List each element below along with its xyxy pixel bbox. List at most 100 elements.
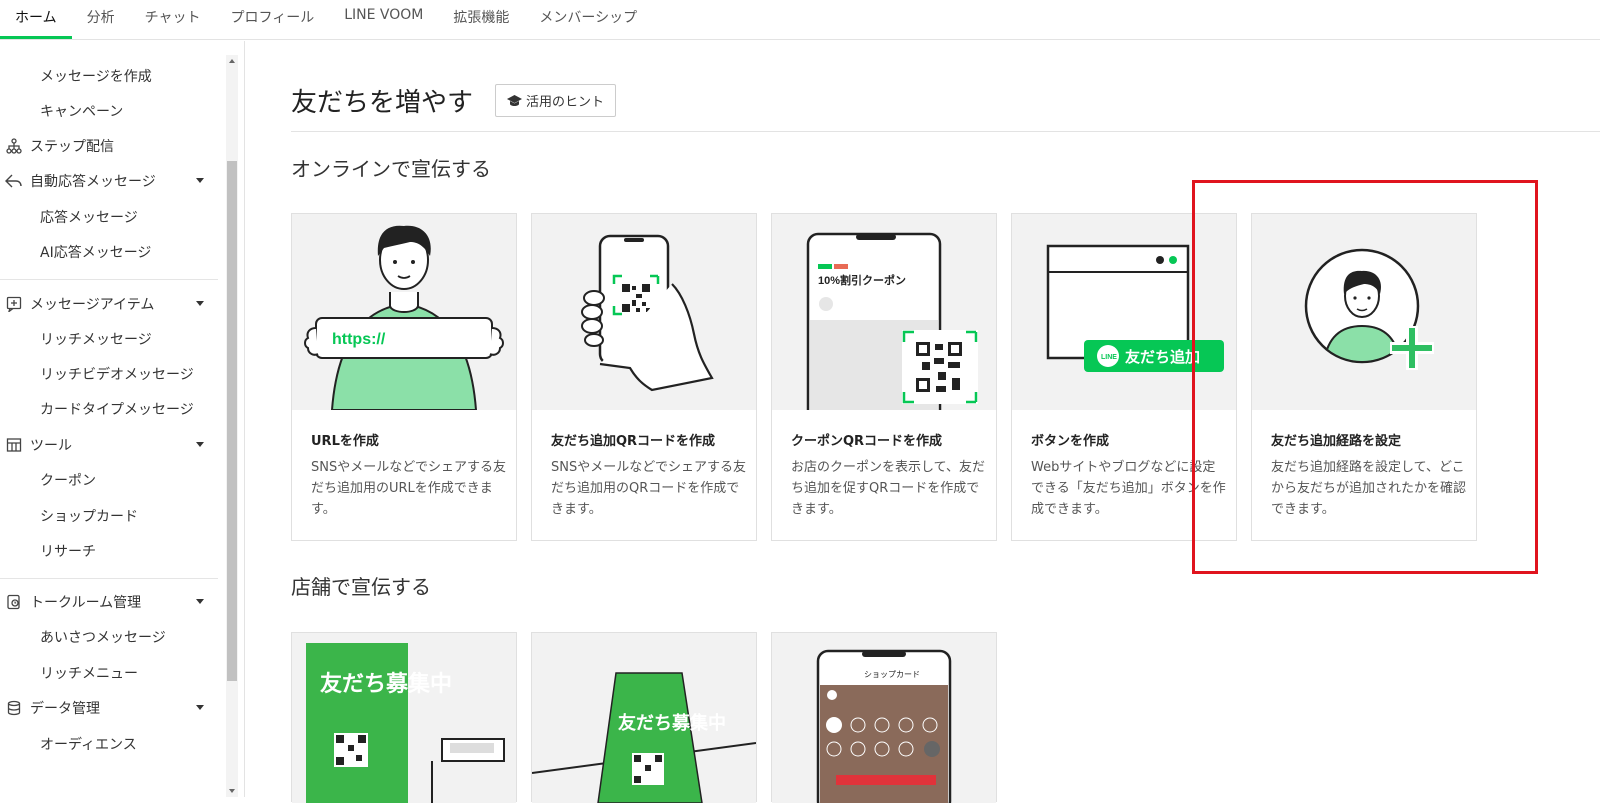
sidebar-item-create-message[interactable]: メッセージを作成 <box>0 61 220 91</box>
card-description: 友だち追加経路を設定して、どこから友だちが追加されたかを確認できます。 <box>1271 457 1466 520</box>
card-title: クーポンQRコードを作成 <box>791 430 942 449</box>
tab-home[interactable]: ホーム <box>0 0 72 39</box>
sidebar-item-label: メッセージを作成 <box>40 66 152 86</box>
sidebar-divider <box>0 279 218 280</box>
card-create-friend-qr[interactable]: 友だち追加QRコードを作成 SNSやメールなどでシェアする友だち追加用のQRコー… <box>531 213 757 541</box>
tab-chat[interactable]: チャット <box>130 0 216 39</box>
sidebar-item-ai-response[interactable]: AI応答メッセージ <box>0 237 220 267</box>
chevron-down-icon[interactable] <box>196 301 204 306</box>
card-title: 友だち追加QRコードを作成 <box>551 430 715 449</box>
sidebar-item-label: ツール <box>30 435 72 455</box>
page-title: 友だちを増やす <box>291 82 473 119</box>
card-store-stand[interactable]: 友だち募集中 <box>531 632 757 802</box>
scroll-up-icon[interactable] <box>229 59 235 63</box>
stand-illustration-text: 友だち募集中 <box>618 712 726 733</box>
tab-line-voom[interactable]: LINE VOOM <box>329 0 438 39</box>
avatar-plus-illustration <box>1252 214 1476 410</box>
card-description: Webサイトやブログなどに設定できる「友だち追加」ボタンを作成できます。 <box>1031 457 1226 520</box>
card-set-friend-route[interactable]: 友だち追加経路を設定 友だち追加経路を設定して、どこから友だちが追加されたかを確… <box>1251 213 1477 541</box>
card-title: 友だち追加経路を設定 <box>1271 430 1401 449</box>
section-title-store: 店舗で宣伝する <box>291 571 431 600</box>
message-item-icon <box>4 294 24 314</box>
sidebar-divider <box>0 578 218 579</box>
sidebar-item-label: リッチビデオメッセージ <box>40 364 194 384</box>
tab-extensions[interactable]: 拡張機能 <box>438 0 524 39</box>
coupon-illustration-text: 10%割引クーポン <box>818 273 906 287</box>
sidebar-item-label: オーディエンス <box>40 734 137 754</box>
poster-illustration-text: 友だち募集中 <box>320 671 452 696</box>
poster-illustration: 友だち募集中 <box>292 633 516 803</box>
sidebar-item-rich-video-message[interactable]: リッチビデオメッセージ <box>0 359 220 389</box>
database-icon <box>4 698 24 718</box>
hint-button[interactable]: 活用のヒント <box>495 84 616 117</box>
talkroom-icon <box>4 592 24 612</box>
sidebar-item-rich-menu[interactable]: リッチメニュー <box>0 658 220 688</box>
sidebar-item-data-management[interactable]: データ管理 <box>0 693 220 723</box>
card-create-coupon-qr[interactable]: 10%割引クーポン クーポンQRコードを作成 お店のクーポンを表示して、友だち追… <box>771 213 997 541</box>
sidebar-item-card-type-message[interactable]: カードタイプメッセージ <box>0 394 220 424</box>
step-icon <box>4 136 24 156</box>
tab-analytics[interactable]: 分析 <box>72 0 130 39</box>
sidebar-item-shop-card[interactable]: ショップカード <box>0 501 220 531</box>
card-description: SNSやメールなどでシェアする友だち追加用のQRコードを作成できます。 <box>551 457 746 520</box>
card-title: URLを作成 <box>311 430 379 449</box>
url-illustration: https:// <box>292 214 516 410</box>
sidebar-item-label: 応答メッセージ <box>40 207 138 227</box>
stand-illustration: 友だち募集中 <box>532 633 756 803</box>
card-create-button[interactable]: LINE 友だち追加 ボタンを作成 Webサイトやブログなどに設定できる「友だち… <box>1011 213 1237 541</box>
sidebar-item-step-delivery[interactable]: ステップ配信 <box>0 131 220 161</box>
sidebar-scrollbar[interactable] <box>226 55 238 797</box>
sidebar-item-response-message[interactable]: 応答メッセージ <box>0 202 220 232</box>
card-create-url[interactable]: https:// URLを作成 SNSやメールなどでシェアする友だち追加用のUR… <box>291 213 517 541</box>
sidebar-item-label: ショップカード <box>40 506 138 526</box>
title-divider <box>291 131 1600 132</box>
browser-button-illustration: LINE 友だち追加 <box>1012 214 1236 410</box>
sidebar-item-label: カードタイプメッセージ <box>40 399 194 419</box>
section-title-online: オンラインで宣伝する <box>291 153 491 182</box>
sidebar-item-message-items[interactable]: メッセージアイテム <box>0 289 220 319</box>
card-description: SNSやメールなどでシェアする友だち追加用のURLを作成できます。 <box>311 457 506 520</box>
scrollbar-thumb[interactable] <box>227 161 237 681</box>
sidebar-item-label: 自動応答メッセージ <box>30 171 156 191</box>
chevron-down-icon[interactable] <box>196 705 204 710</box>
reply-icon <box>4 171 24 191</box>
sidebar: メッセージを作成 キャンペーン ステップ配信 自動応答メッセージ 応答メッセージ… <box>0 41 245 797</box>
sidebar-item-label: トークルーム管理 <box>30 592 141 612</box>
sidebar-item-label: リサーチ <box>40 541 96 561</box>
sidebar-item-label: ステップ配信 <box>30 136 114 156</box>
sidebar-item-label: AI応答メッセージ <box>40 242 151 262</box>
sidebar-item-talkroom[interactable]: トークルーム管理 <box>0 587 220 617</box>
phone-qr-illustration <box>532 214 756 410</box>
top-navigation: ホーム 分析 チャット プロフィール LINE VOOM 拡張機能 メンバーシッ… <box>0 0 1600 40</box>
sidebar-item-tools[interactable]: ツール <box>0 430 220 460</box>
sidebar-item-research[interactable]: リサーチ <box>0 536 220 566</box>
chevron-down-icon[interactable] <box>196 599 204 604</box>
sidebar-item-label: リッチメニュー <box>40 663 138 683</box>
sidebar-item-rich-message[interactable]: リッチメッセージ <box>0 324 220 354</box>
sidebar-item-label: キャンペーン <box>40 101 123 121</box>
tab-membership[interactable]: メンバーシップ <box>524 0 652 39</box>
sidebar-item-coupon[interactable]: クーポン <box>0 465 220 495</box>
chevron-down-icon[interactable] <box>196 442 204 447</box>
card-description: お店のクーポンを表示して、友だち追加を促すQRコードを作成できます。 <box>791 457 986 520</box>
url-illustration-text: https:// <box>332 331 386 348</box>
coupon-qr-illustration: 10%割引クーポン <box>772 214 996 410</box>
card-store-poster[interactable]: 友だち募集中 <box>291 632 517 802</box>
chevron-down-icon[interactable] <box>196 178 204 183</box>
sidebar-item-label: メッセージアイテム <box>30 294 154 314</box>
sidebar-item-auto-reply[interactable]: 自動応答メッセージ <box>0 166 220 196</box>
main-content: 友だちを増やす 活用のヒント オンラインで宣伝する https:// URLを作… <box>246 41 1600 797</box>
scroll-down-icon[interactable] <box>229 789 235 793</box>
sidebar-item-campaign[interactable]: キャンペーン <box>0 96 220 126</box>
line-logo-text: LINE <box>1101 354 1117 361</box>
sidebar-item-label: リッチメッセージ <box>40 329 152 349</box>
sidebar-item-greeting-message[interactable]: あいさつメッセージ <box>0 622 220 652</box>
sidebar-item-label: データ管理 <box>30 698 100 718</box>
tool-icon <box>4 435 24 455</box>
sidebar-item-audience[interactable]: オーディエンス <box>0 729 220 759</box>
sidebar-item-label: クーポン <box>40 470 96 490</box>
tab-profile[interactable]: プロフィール <box>215 0 329 39</box>
hint-button-label: 活用のヒント <box>526 91 604 110</box>
card-store-shopcard[interactable]: ショップカード <box>771 632 997 802</box>
shopcard-illustration: ショップカード <box>772 633 996 803</box>
